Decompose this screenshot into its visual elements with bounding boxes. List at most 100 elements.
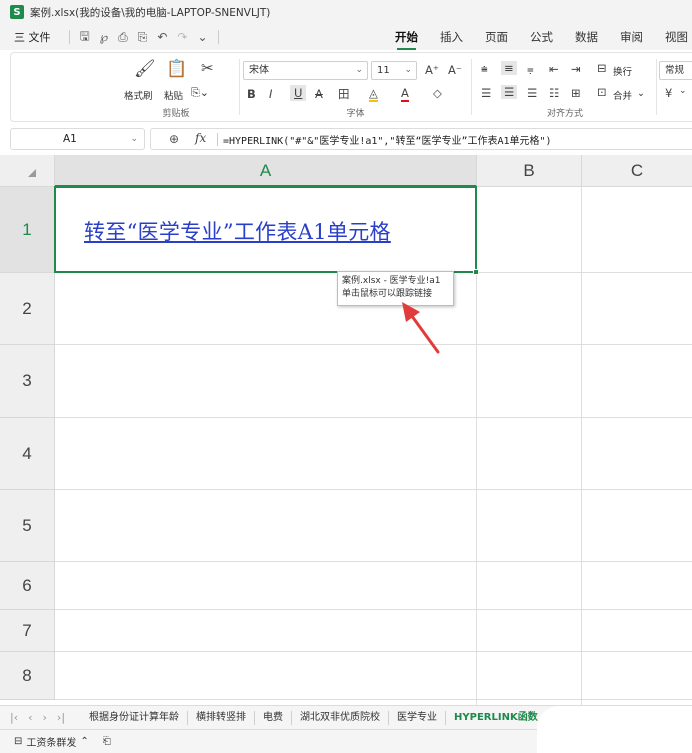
- underline-button[interactable]: U: [290, 85, 307, 101]
- preview-icon[interactable]: ⎘: [138, 30, 148, 45]
- gridline: [55, 561, 692, 562]
- font-name-select[interactable]: 宋体 ⌄: [243, 61, 368, 80]
- paste-label[interactable]: 粘贴: [164, 88, 183, 102]
- paste-icon[interactable]: 📋: [166, 59, 187, 79]
- row-header-3[interactable]: 3: [0, 345, 55, 418]
- indent-decrease-icon[interactable]: ⇤: [549, 62, 559, 76]
- format-painter-icon[interactable]: 🖌: [134, 59, 156, 79]
- chevron-down-icon[interactable]: ⌄: [130, 129, 138, 149]
- formula-input[interactable]: ⊕ fx =HYPERLINK("#"&"医学专业!a1","转至“医学专业”工…: [150, 128, 692, 150]
- hyperlink-a1[interactable]: 转至“医学专业”工作表A1单元格: [84, 216, 391, 246]
- alignment-group-label: 对齐方式: [546, 109, 583, 119]
- save-icon[interactable]: 🖫: [80, 27, 90, 48]
- next-sheet-icon[interactable]: ›: [43, 711, 47, 724]
- format-painter-label[interactable]: 格式刷: [124, 88, 153, 102]
- zoom-icon[interactable]: ⊕: [169, 132, 179, 146]
- copy-icon[interactable]: ⎘⌄: [191, 86, 209, 100]
- sheet-tab[interactable]: 湖北双非优质院校: [292, 710, 390, 725]
- font-color-button[interactable]: A: [401, 86, 409, 102]
- font-group: 宋体 ⌄ 11 ⌄ A⁺ A⁻ B I U A 田 ◬ A ◇ 字体: [243, 53, 468, 121]
- row-header-1[interactable]: 1: [0, 187, 55, 273]
- gridline: [55, 417, 692, 418]
- font-size-select[interactable]: 11 ⌄: [371, 61, 417, 80]
- fill-handle[interactable]: [473, 269, 479, 275]
- chevron-down-icon: ⌄: [355, 65, 363, 75]
- cell-reference: A1: [63, 133, 77, 145]
- column-header-a[interactable]: A: [55, 155, 477, 187]
- distributed-icon[interactable]: ⊞: [571, 86, 581, 100]
- chevron-down-icon[interactable]: ⌄: [637, 88, 645, 99]
- first-sheet-icon[interactable]: |‹: [10, 711, 18, 724]
- gridline: [581, 187, 582, 705]
- file-menu[interactable]: 三 文件: [14, 29, 51, 45]
- sheet-tab[interactable]: 电费: [255, 710, 293, 725]
- bold-button[interactable]: B: [247, 87, 256, 101]
- print-icon[interactable]: ⎙: [118, 30, 128, 45]
- name-box[interactable]: A1 ⌄: [10, 128, 145, 150]
- sheet-tab-active[interactable]: HYPERLINK函数: [446, 711, 546, 725]
- annotation-arrow-icon: [402, 302, 440, 354]
- justify-icon[interactable]: ☷: [549, 86, 559, 100]
- align-top-icon[interactable]: ⩧: [481, 62, 488, 77]
- row-header-4[interactable]: 4: [0, 418, 55, 490]
- tab-data[interactable]: 数据: [575, 29, 598, 45]
- row-header-2[interactable]: 2: [0, 273, 55, 345]
- clear-format-icon[interactable]: ◇: [433, 86, 442, 100]
- spreadsheet-grid[interactable]: A B C 1 2 3 4 5 6 7 8 转至“医学专业”工作表A1单元格 案…: [0, 155, 692, 705]
- tab-review[interactable]: 审阅: [620, 29, 643, 45]
- row-header-6[interactable]: 6: [0, 562, 55, 610]
- tab-insert[interactable]: 插入: [440, 29, 463, 45]
- number-format-select[interactable]: 常规: [659, 61, 692, 80]
- tab-home[interactable]: 开始: [395, 29, 418, 50]
- indent-increase-icon[interactable]: ⇥: [571, 62, 581, 76]
- align-middle-icon[interactable]: ≡: [501, 61, 517, 75]
- border-icon[interactable]: 田: [338, 86, 350, 102]
- payroll-mail-button[interactable]: ⊟ 工资条群发 ⌃: [14, 734, 89, 749]
- divider: [217, 133, 218, 146]
- align-center-icon[interactable]: ☰: [501, 85, 518, 99]
- divider: [68, 30, 70, 44]
- wrap-text-icon[interactable]: ⊟: [597, 61, 607, 75]
- menu-bar: 三 文件 🖫 ℘ ⎙ ⎘ ↶ ↷ ⌄ 开始 插入 页面 公式 数据 审阅 视图: [0, 24, 692, 50]
- column-header-c[interactable]: C: [582, 155, 692, 187]
- decrease-font-icon[interactable]: A⁻: [448, 63, 462, 77]
- tab-formula[interactable]: 公式: [530, 29, 553, 45]
- italic-button[interactable]: I: [269, 87, 272, 101]
- divider: [217, 30, 219, 44]
- sheet-tab[interactable]: 横排转竖排: [188, 710, 256, 725]
- app-logo-icon: S: [10, 5, 24, 19]
- undo-icon[interactable]: ↶: [157, 30, 167, 44]
- tab-view[interactable]: 视图: [665, 29, 688, 45]
- merge-label[interactable]: 合并: [613, 88, 632, 102]
- prev-sheet-icon[interactable]: ‹: [28, 711, 32, 724]
- tab-page[interactable]: 页面: [485, 29, 508, 45]
- redo-icon[interactable]: ↷: [177, 30, 187, 44]
- row-header-7[interactable]: 7: [0, 610, 55, 652]
- row-header-5[interactable]: 5: [0, 490, 55, 562]
- chevron-down-icon[interactable]: ⌄: [679, 86, 687, 96]
- column-header-b[interactable]: B: [477, 155, 582, 187]
- wrap-text-label[interactable]: 换行: [613, 64, 632, 78]
- sheet-tab[interactable]: 医学专业: [389, 710, 447, 725]
- merge-icon[interactable]: ⊡: [597, 85, 607, 99]
- align-left-icon[interactable]: ☰: [481, 86, 491, 100]
- fx-icon[interactable]: fx: [195, 131, 206, 145]
- macro-button[interactable]: ⎗: [103, 736, 111, 747]
- strikethrough-button[interactable]: A: [315, 87, 323, 101]
- select-all-corner[interactable]: [0, 155, 55, 187]
- share-icon[interactable]: ℘: [100, 30, 108, 44]
- font-group-label: 字体: [346, 109, 365, 119]
- more-icon[interactable]: ⌄: [197, 30, 207, 44]
- formula-text[interactable]: =HYPERLINK("#"&"医学专业!a1","转至“医学专业”工作表A1单…: [223, 132, 552, 147]
- formula-bar: A1 ⌄ ⊕ fx =HYPERLINK("#"&"医学专业!a1","转至“医…: [10, 128, 692, 150]
- sheet-tab[interactable]: 根据身份证计算年龄: [81, 710, 189, 725]
- cut-icon[interactable]: ✂: [201, 59, 214, 77]
- ribbon-tabs: 开始 插入 页面 公式 数据 审阅 视图: [395, 24, 692, 50]
- align-bottom-icon[interactable]: ⩦: [527, 62, 534, 77]
- increase-font-icon[interactable]: A⁺: [425, 63, 439, 77]
- row-header-8[interactable]: 8: [0, 652, 55, 700]
- fill-color-icon[interactable]: ◬: [369, 86, 378, 102]
- last-sheet-icon[interactable]: ›|: [57, 711, 65, 724]
- align-right-icon[interactable]: ☰: [527, 86, 537, 100]
- currency-button[interactable]: ¥: [665, 86, 672, 100]
